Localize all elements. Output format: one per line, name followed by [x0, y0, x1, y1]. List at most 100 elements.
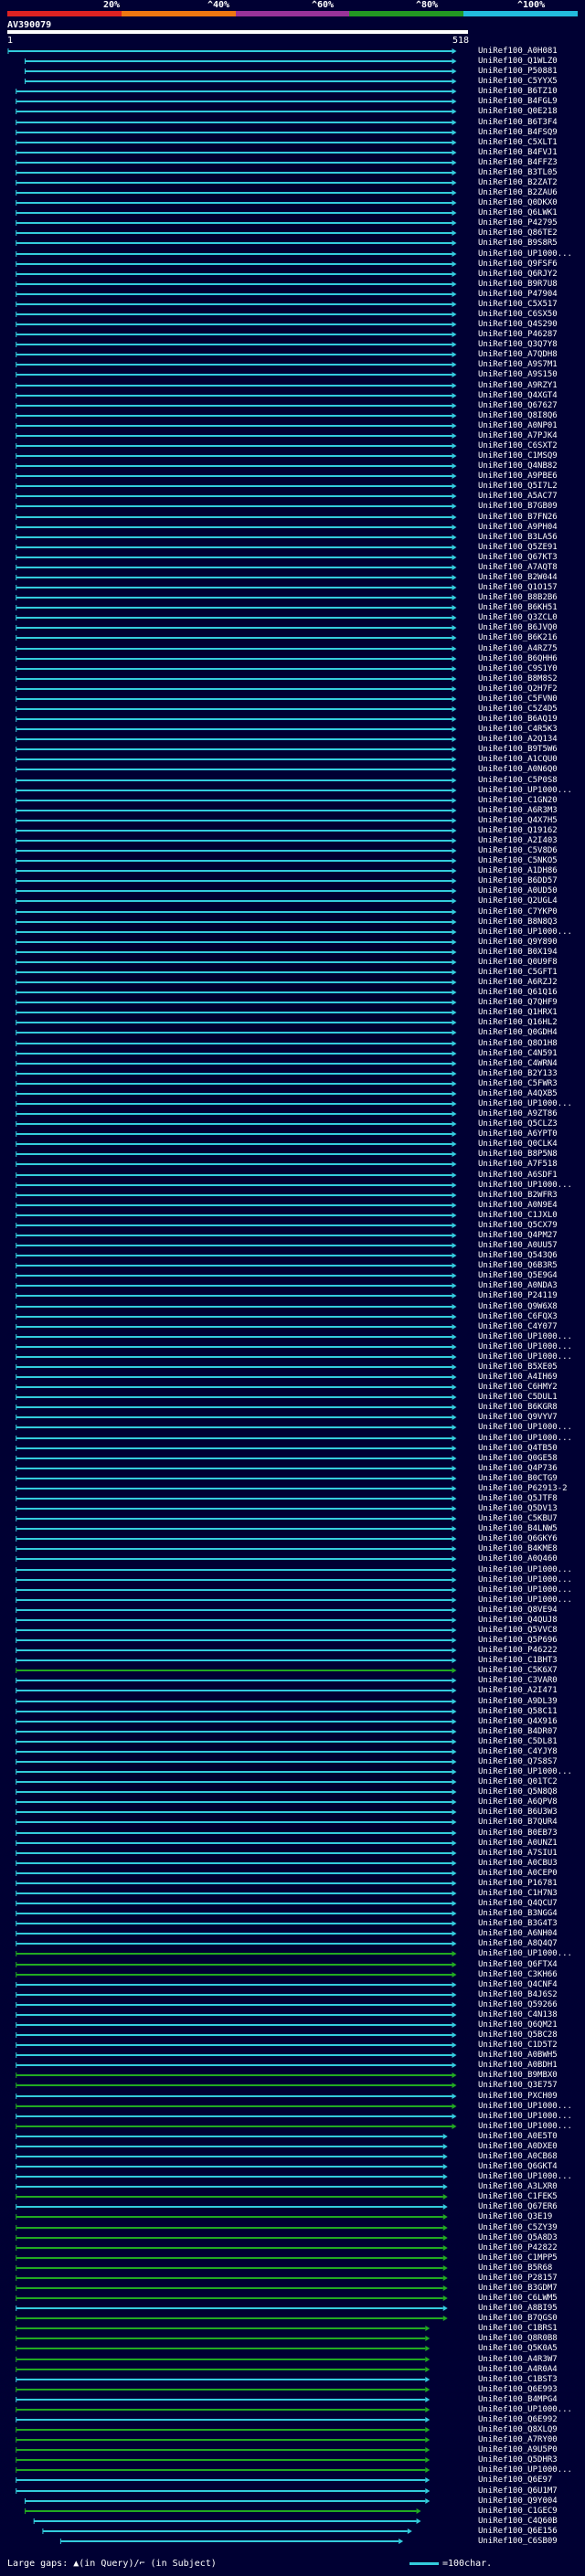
hit-label[interactable]: UniRef100_A0CBU3 — [478, 1859, 558, 1869]
hit-label[interactable]: UniRef100_Q4QUJ8 — [478, 1616, 558, 1626]
hit-label[interactable]: UniRef100_B3LA56 — [478, 533, 558, 543]
hit-label[interactable]: UniRef100_Q61Q16 — [478, 988, 558, 998]
hit-label[interactable]: UniRef100_C6SB09 — [478, 2537, 558, 2547]
hit-label[interactable]: UniRef100_B6U3W3 — [478, 1807, 558, 1818]
hit-label[interactable]: UniRef100_Q5P696 — [478, 1636, 558, 1646]
hit-label[interactable]: UniRef100_A5AC77 — [478, 492, 558, 502]
hit-label[interactable]: UniRef100_UP1000... — [478, 1767, 572, 1777]
hit-label[interactable]: UniRef100_A0CB68 — [478, 2152, 558, 2162]
hit-label[interactable]: UniRef100_Q0DKX0 — [478, 198, 558, 208]
hit-label[interactable]: UniRef100_C4YJY8 — [478, 1747, 558, 1757]
hit-label[interactable]: UniRef100_A9PH04 — [478, 523, 558, 533]
hit-label[interactable]: UniRef100_B4MPG4 — [478, 2395, 558, 2405]
hit-label[interactable]: UniRef100_C4WRN4 — [478, 1059, 558, 1069]
hit-label[interactable]: UniRef100_A6QPV8 — [478, 1797, 558, 1807]
hit-label[interactable]: UniRef100_Q5CLZ3 — [478, 1119, 558, 1129]
hit-label[interactable]: UniRef100_B9MBX0 — [478, 2071, 558, 2081]
hit-label[interactable]: UniRef100_B4DR07 — [478, 1727, 558, 1737]
hit-label[interactable]: UniRef100_UP1000... — [478, 928, 572, 938]
hit-label[interactable]: UniRef100_B9T5W6 — [478, 745, 558, 755]
hit-label[interactable]: UniRef100_A8Q4Q7 — [478, 1939, 558, 1949]
hit-label[interactable]: UniRef100_UP1000... — [478, 2122, 572, 2132]
hit-label[interactable]: UniRef100_Q9Y004 — [478, 2496, 558, 2507]
hit-label[interactable]: UniRef100_A0Q460 — [478, 1554, 558, 1564]
hit-label[interactable]: UniRef100_C5XLT1 — [478, 138, 558, 148]
hit-label[interactable]: UniRef100_B6K216 — [478, 633, 558, 643]
hit-label[interactable]: UniRef100_UP1000... — [478, 1099, 572, 1109]
hit-label[interactable]: UniRef100_UP1000... — [478, 2405, 572, 2415]
hit-label[interactable]: UniRef100_A6SDF1 — [478, 1171, 558, 1181]
hit-label[interactable]: UniRef100_B2W044 — [478, 573, 558, 583]
hit-label[interactable]: UniRef100_Q67ER6 — [478, 2202, 558, 2212]
hit-label[interactable]: UniRef100_Q9VYV7 — [478, 1413, 558, 1423]
hit-label[interactable]: UniRef100_UP1000... — [478, 2112, 572, 2122]
hit-label[interactable]: UniRef100_B2Y133 — [478, 1069, 558, 1079]
hit-label[interactable]: UniRef100_Q1WLZ0 — [478, 57, 558, 67]
hit-label[interactable]: UniRef100_UP1000... — [478, 1342, 572, 1352]
hit-label[interactable]: UniRef100_UP1000... — [478, 1949, 572, 1959]
hit-label[interactable]: UniRef100_Q0E218 — [478, 107, 558, 117]
hit-label[interactable]: UniRef100_A0BDH1 — [478, 2061, 558, 2071]
hit-label[interactable]: UniRef100_C1D5T2 — [478, 2041, 558, 2051]
hit-label[interactable]: UniRef100_Q6RJY2 — [478, 270, 558, 280]
hit-label[interactable]: UniRef100_UP1000... — [478, 1352, 572, 1362]
hit-label[interactable]: UniRef100_Q6E97 — [478, 2475, 552, 2486]
hit-label[interactable]: UniRef100_P47904 — [478, 290, 558, 300]
hit-label[interactable]: UniRef100_P50881 — [478, 67, 558, 77]
hit-label[interactable]: UniRef100_B6T3F4 — [478, 118, 558, 128]
hit-label[interactable]: UniRef100_Q4P736 — [478, 1464, 558, 1474]
hit-label[interactable]: UniRef100_Q4NB82 — [478, 461, 558, 472]
hit-label[interactable]: UniRef100_A2I471 — [478, 1686, 558, 1696]
hit-label[interactable]: UniRef100_UP1000... — [478, 1595, 572, 1606]
hit-label[interactable]: UniRef100_B8N8Q3 — [478, 917, 558, 928]
hit-label[interactable]: UniRef100_B8B2B6 — [478, 593, 558, 603]
hit-label[interactable]: UniRef100_A7PJK4 — [478, 431, 558, 441]
hit-label[interactable]: UniRef100_Q543Q6 — [478, 1251, 558, 1261]
hit-label[interactable]: UniRef100_B4FGL9 — [478, 97, 558, 107]
hit-label[interactable]: UniRef100_B0EB73 — [478, 1829, 558, 1839]
hit-label[interactable]: UniRef100_Q67627 — [478, 401, 558, 411]
hit-label[interactable]: UniRef100_C1FEK5 — [478, 2192, 558, 2202]
hit-label[interactable]: UniRef100_C5ZY39 — [478, 2223, 558, 2233]
hit-label[interactable]: UniRef100_Q5JTF8 — [478, 1494, 558, 1504]
hit-label[interactable]: UniRef100_C5DL81 — [478, 1737, 558, 1747]
hit-label[interactable]: UniRef100_P46287 — [478, 330, 558, 340]
hit-label[interactable]: UniRef100_A9S150 — [478, 370, 558, 380]
hit-label[interactable]: UniRef100_C4Y077 — [478, 1322, 558, 1332]
hit-label[interactable]: UniRef100_Q6E156 — [478, 2527, 558, 2537]
hit-label[interactable]: UniRef100_UP1000... — [478, 1332, 572, 1342]
hit-label[interactable]: UniRef100_A6RZJ2 — [478, 978, 558, 988]
hit-label[interactable]: UniRef100_Q5N8Q8 — [478, 1787, 558, 1797]
hit-label[interactable]: UniRef100_A6YPT0 — [478, 1129, 558, 1140]
hit-label[interactable]: UniRef100_A0UU57 — [478, 1241, 558, 1251]
hit-label[interactable]: UniRef100_A9S7M1 — [478, 360, 558, 370]
hit-label[interactable]: UniRef100_A4R3W7 — [478, 2355, 558, 2365]
hit-label[interactable]: UniRef100_B3TL05 — [478, 168, 558, 178]
hit-label[interactable]: UniRef100_B6DD57 — [478, 876, 558, 886]
hit-label[interactable]: UniRef100_Q8O1H8 — [478, 1039, 558, 1049]
hit-label[interactable]: UniRef100_B7QGS0 — [478, 2314, 558, 2324]
hit-label[interactable]: UniRef100_A7SIU1 — [478, 1849, 558, 1859]
hit-label[interactable]: UniRef100_Q9Y890 — [478, 938, 558, 948]
hit-label[interactable]: UniRef100_C5FWR3 — [478, 1079, 558, 1089]
hit-label[interactable]: UniRef100_B4J6S2 — [478, 1990, 558, 2000]
hit-label[interactable]: UniRef100_B0X194 — [478, 948, 558, 958]
hit-label[interactable]: UniRef100_A0N9E4 — [478, 1201, 558, 1211]
hit-label[interactable]: UniRef100_C6SXT2 — [478, 441, 558, 451]
hit-label[interactable]: UniRef100_A4RZ75 — [478, 644, 558, 654]
hit-label[interactable]: UniRef100_C5DUL1 — [478, 1393, 558, 1403]
hit-label[interactable]: UniRef100_B4FFZ3 — [478, 158, 558, 168]
hit-label[interactable]: UniRef100_Q4CNF4 — [478, 1980, 558, 1990]
hit-label[interactable]: UniRef100_B5XE05 — [478, 1362, 558, 1373]
hit-label[interactable]: UniRef100_C5V8D6 — [478, 846, 558, 856]
hit-label[interactable]: UniRef100_A3LXR0 — [478, 2182, 558, 2192]
hit-label[interactable]: UniRef100_UP1000... — [478, 1565, 572, 1575]
hit-label[interactable]: UniRef100_C5FVN0 — [478, 694, 558, 705]
hit-label[interactable]: UniRef100_C1MSQ9 — [478, 451, 558, 461]
hit-label[interactable]: UniRef100_A2Q134 — [478, 735, 558, 745]
hit-label[interactable]: UniRef100_B3G4T3 — [478, 1919, 558, 1929]
hit-label[interactable]: UniRef100_Q4PM27 — [478, 1231, 558, 1241]
hit-label[interactable]: UniRef100_A9ZT86 — [478, 1109, 558, 1119]
hit-label[interactable]: UniRef100_C5Z4D5 — [478, 705, 558, 715]
hit-label[interactable]: UniRef100_Q5E9G4 — [478, 1271, 558, 1281]
